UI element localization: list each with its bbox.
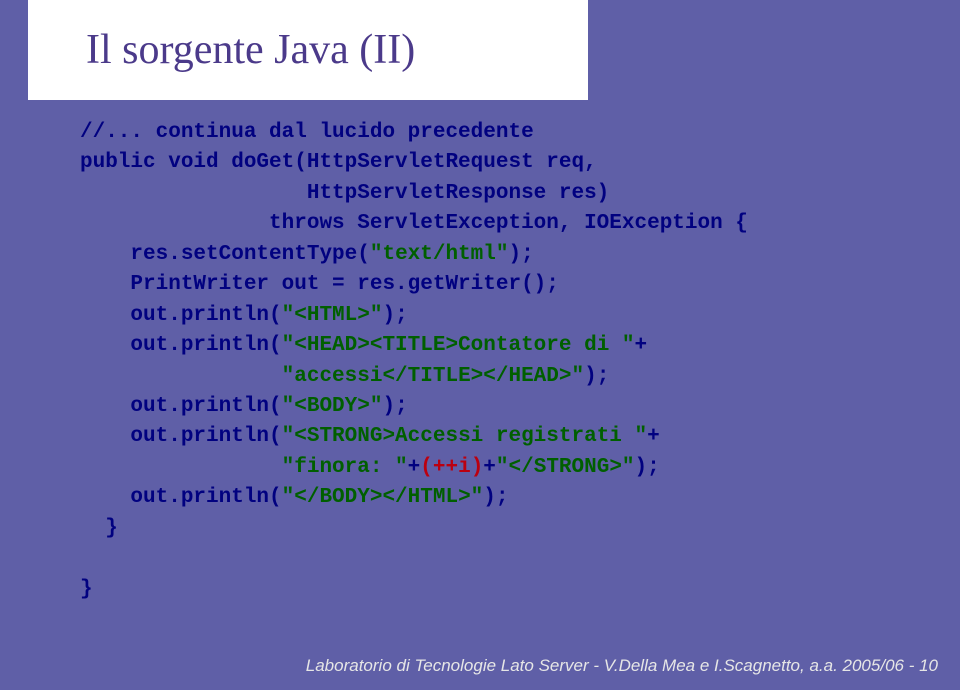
code-line-13b: "</BODY></HTML>" (282, 486, 484, 509)
code-line-9b: "accessi</TITLE></HEAD>" (282, 365, 584, 388)
code-line-12d: (++i) (420, 456, 483, 479)
code-line-9c: ); (584, 365, 609, 388)
code-line-2: public void doGet(HttpServletRequest req… (80, 151, 597, 174)
code-line-13a: out.println( (80, 486, 282, 509)
code-line-13c: ); (483, 486, 508, 509)
code-line-14: } (80, 517, 118, 540)
code-line-12b: "finora: " (282, 456, 408, 479)
code-line-8b: "<HEAD><TITLE>Contatore di " (282, 334, 635, 357)
code-line-9a (80, 365, 282, 388)
code-line-7c: ); (382, 304, 407, 327)
footer-text: Laboratorio di Tecnologie Lato Server - … (306, 656, 938, 676)
code-line-12f: "</STRONG>" (496, 456, 635, 479)
code-line-3: HttpServletResponse res) (80, 182, 609, 205)
code-line-12a (80, 456, 282, 479)
title-box: Il sorgente Java (II) (28, 0, 588, 100)
code-line-10b: "<BODY>" (282, 395, 383, 418)
code-line-4: throws ServletException, IOException { (80, 212, 748, 235)
code-line-5a: res.setContentType( (80, 243, 370, 266)
code-line-6: PrintWriter out = res.getWriter(); (80, 273, 559, 296)
code-line-12g: ); (635, 456, 660, 479)
code-line-7b: "<HTML>" (282, 304, 383, 327)
code-line-15: } (80, 578, 93, 601)
slide: Il sorgente Java (II) //... continua dal… (0, 0, 960, 690)
code-line-1: //... continua dal lucido precedente (80, 121, 534, 144)
code-line-7a: out.println( (80, 304, 282, 327)
code-line-12c: + (408, 456, 421, 479)
code-line-10c: ); (382, 395, 407, 418)
slide-title: Il sorgente Java (II) (86, 26, 415, 74)
code-line-12e: + (483, 456, 496, 479)
code-line-5b: "text/html" (370, 243, 509, 266)
code-line-11a: out.println( (80, 425, 282, 448)
code-line-10a: out.println( (80, 395, 282, 418)
code-line-11b: "<STRONG>Accessi registrati " (282, 425, 647, 448)
code-line-5c: ); (508, 243, 533, 266)
code-line-8a: out.println( (80, 334, 282, 357)
code-line-8c: + (635, 334, 648, 357)
code-line-11c: + (647, 425, 660, 448)
code-block: //... continua dal lucido precedente pub… (80, 118, 920, 605)
